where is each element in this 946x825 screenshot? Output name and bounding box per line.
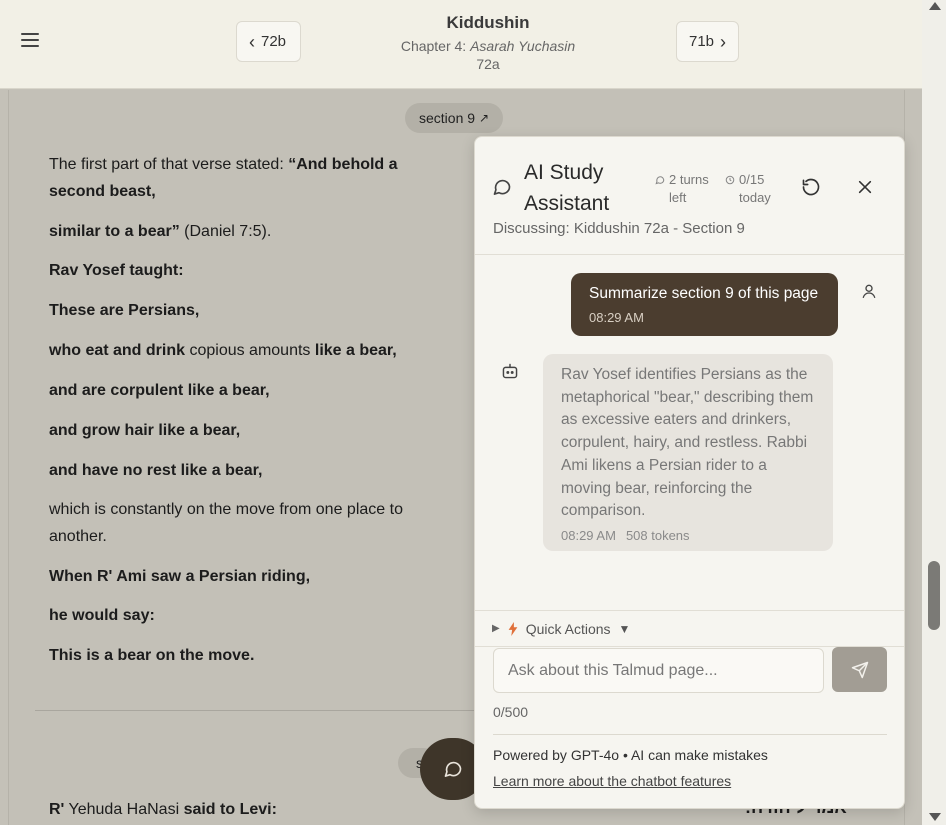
chat-header: AI Study Assistant 2 turns left 0/15 tod… (475, 137, 904, 255)
lightning-icon (508, 621, 518, 636)
assistant-message-time: 08:29 AM (561, 527, 616, 543)
scroll-up-arrow-icon[interactable] (929, 2, 941, 10)
user-message: Summarize section 9 of this page 08:29 A… (571, 273, 838, 336)
text-line: and grow hair like a bear, (49, 422, 241, 439)
scrollbar-thumb[interactable] (928, 561, 940, 630)
send-icon (851, 661, 868, 678)
text-line: This is a bear on the move. (49, 647, 255, 664)
text-line: These are Persians, (49, 302, 200, 319)
clock-icon (725, 175, 735, 185)
next-page-button[interactable]: 71b › (676, 21, 739, 62)
chat-bubble-icon (444, 761, 462, 777)
chevron-right-icon: › (720, 31, 727, 52)
text-line: The first part of that verse stated: “An… (49, 156, 398, 200)
text-line: R' Yehuda HaNasi said to Levi: (49, 801, 277, 818)
text-line: Rav Yosef taught: (49, 262, 184, 279)
assistant-message: Rav Yosef identifies Persians as the met… (543, 354, 833, 551)
assistant-message-text: Rav Yosef identifies Persians as the met… (561, 366, 814, 520)
chapter-name: Asarah Yuchasin (470, 38, 576, 54)
send-button[interactable] (832, 647, 887, 692)
quick-actions-toggle[interactable]: ▶ Quick Actions ▼ (475, 610, 904, 647)
chat-title: AI Study Assistant (524, 161, 610, 215)
page-scrollbar[interactable] (922, 0, 946, 825)
user-message-time: 08:29 AM (589, 310, 644, 325)
reset-conversation-icon[interactable] (801, 177, 821, 197)
token-count: 508 tokens (625, 527, 690, 543)
text-line: he would say: (49, 607, 155, 624)
external-link-icon: ↗ (479, 111, 490, 125)
scroll-down-arrow-icon[interactable] (929, 813, 941, 821)
chat-input[interactable] (493, 648, 824, 693)
hamburger-menu-icon[interactable] (20, 30, 40, 50)
next-page-label: 71b (689, 33, 715, 50)
user-message-text: Summarize section 9 of this page (589, 285, 819, 302)
prev-page-label: 72b (261, 33, 287, 50)
text-line: When R' Ami saw a Persian riding, (49, 568, 311, 585)
daily-usage-text: 0/15 today (739, 172, 771, 205)
quick-actions-label: Quick Actions (525, 620, 611, 637)
caret-right-icon: ▶ (492, 623, 500, 634)
powered-by-text: Powered by GPT-4o • AI can make mistakes (493, 747, 768, 763)
chat-small-icon (655, 176, 665, 185)
character-counter: 0/500 (493, 704, 529, 720)
daily-usage-indicator: 0/15 today (725, 171, 779, 207)
learn-more-link[interactable]: Learn more about the chatbot features (493, 773, 731, 789)
chat-context-subtitle: Discussing: Kiddushin 72a - Section 9 (493, 220, 745, 237)
section-divider (35, 710, 475, 711)
text-line: similar to a bear” (Daniel 7:5). (49, 223, 272, 240)
user-avatar-icon (862, 284, 876, 298)
assistant-message-meta: 08:29 AM 508 tokens (561, 528, 815, 543)
section-label: section 9 (419, 110, 476, 126)
top-header: ‹ 72b Kiddushin Chapter 4: Asarah Yuchas… (0, 0, 922, 89)
ai-study-assistant-panel: AI Study Assistant 2 turns left 0/15 tod… (474, 136, 905, 809)
turns-left-indicator: 2 turns left (655, 171, 717, 207)
chat-bubble-icon (493, 179, 511, 195)
page-number: 72a (476, 56, 500, 72)
page-heading: Kiddushin Chapter 4: Asarah Yuchasin 72a (350, 13, 626, 72)
chevron-left-icon: ‹ (249, 31, 255, 52)
text-line: and have no rest like a bear, (49, 462, 263, 479)
text-line: and are corpulent like a bear, (49, 382, 270, 399)
tractate-title: Kiddushin (446, 13, 530, 32)
message-list: Summarize section 9 of this page 08:29 A… (475, 255, 904, 610)
turns-left-text: 2 turns left (669, 172, 709, 205)
bot-avatar-icon (502, 363, 518, 379)
prev-page-button[interactable]: ‹ 72b (236, 21, 301, 62)
text-line: which is constantly on the move from one… (49, 501, 403, 545)
chapter-label: Chapter 4: Asarah Yuchasin (400, 38, 576, 54)
caret-down-icon: ▼ (618, 621, 631, 636)
text-line: who eat and drink copious amounts like a… (49, 342, 397, 359)
close-icon[interactable] (857, 179, 873, 195)
section-link[interactable]: section 9 ↗ (405, 103, 504, 133)
footer-divider (493, 734, 887, 735)
